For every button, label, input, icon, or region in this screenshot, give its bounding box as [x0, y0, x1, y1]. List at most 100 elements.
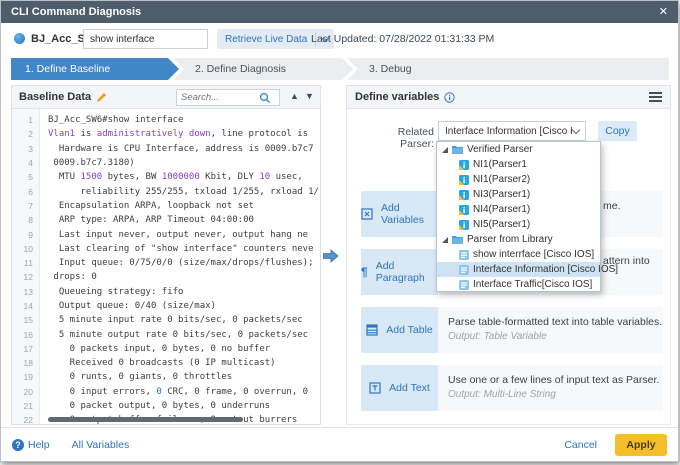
parser-item-selected[interactable]: Interface Information [Cisco IOS]: [437, 262, 618, 277]
cancel-button[interactable]: Cancel: [564, 439, 597, 451]
code-line[interactable]: 3 Hardware is CPU Interface, address is …: [12, 142, 320, 156]
code-line[interactable]: 2 Vlan1 is administratively down, line pr…: [12, 127, 320, 141]
code-line[interactable]: 21 0 packet output, 0 bytes, 0 underruns: [12, 399, 320, 413]
code-text: 0 runts, 0 giants, 0 throttles: [48, 372, 233, 383]
parser-item-label: NI5(Parser1): [473, 219, 531, 230]
parser-item-label: Interface Traffic[Cisco IOS]: [473, 279, 593, 290]
code-line[interactable]: 15 5 minute input rate 0 bits/sec, 0 pac…: [12, 313, 320, 327]
line-number: 11: [24, 258, 33, 269]
line-number: 6: [28, 186, 33, 197]
code-line[interactable]: 7 Encapsulation ARPA, loopback not set: [12, 199, 320, 213]
parser-item[interactable]: NI4(Parser1): [437, 202, 600, 217]
tree-expander-icon[interactable]: [442, 146, 448, 153]
search-prev-icon[interactable]: ▲: [290, 92, 299, 101]
line-number: 14: [23, 301, 33, 311]
add-variables-button[interactable]: Add Variables: [361, 191, 438, 237]
code-line[interactable]: 17 0 packets input, 0 bytes, 0 no buffer: [12, 342, 320, 356]
code-line[interactable]: 4 0009.b7c7.3180): [12, 156, 320, 170]
menu-icon[interactable]: [649, 90, 662, 104]
code-text: Hardware is CPU Interface, address is 00…: [48, 143, 314, 154]
parser-item[interactable]: Interface Traffic[Cisco IOS]: [437, 277, 600, 292]
folder-icon: [452, 235, 463, 244]
line-number: 9: [28, 229, 33, 240]
code-line[interactable]: 8 ARP type: ARPA, ARP Timeout 04:00:00: [12, 213, 320, 227]
cli-command-diagnosis-dialog: CLI Command Diagnosis ✕ BJ_Acc_SW6 Retri…: [0, 0, 679, 462]
search-input[interactable]: [177, 92, 259, 103]
code-line[interactable]: 13 Queueing strategy: fifo: [12, 285, 320, 299]
code-text: drops: 0: [48, 272, 97, 283]
all-variables-link[interactable]: All Variables: [72, 439, 130, 451]
code-line[interactable]: 9 Last input never, output never, output…: [12, 227, 320, 241]
parser-group[interactable]: Parser from Library: [437, 232, 600, 247]
code-line[interactable]: 1 BJ_Acc_SW6#show interface: [12, 113, 320, 127]
parser-item[interactable]: NI1(Parser2): [437, 172, 600, 187]
action-description: Parse table-formatted text into table va…: [448, 316, 663, 328]
wizard-steps: 1. Define Baseline 2. Define Diagnosis 3…: [11, 58, 669, 80]
search-next-icon[interactable]: ▼: [305, 92, 314, 101]
code-line[interactable]: 12 drops: 0: [12, 270, 320, 284]
code-line[interactable]: 19 0 runts, 0 giants, 0 throttles: [12, 370, 320, 384]
code-text: Encapsulation ARPA, loopback not set: [48, 200, 254, 211]
code-text: 0 input errors, 0 CRC, 0 frame, 0 overru…: [48, 386, 309, 397]
tree-expander-icon[interactable]: [442, 236, 448, 243]
code-text: Last input never, output never, output h…: [48, 229, 309, 240]
folder-icon: [452, 145, 463, 154]
footer-bar: ? Help All Variables Cancel Apply: [1, 427, 678, 461]
step-define-diagnosis[interactable]: 2. Define Diagnosis: [173, 58, 353, 80]
parser-item-label: NI4(Parser1): [473, 204, 531, 215]
help-icon[interactable]: ?: [12, 438, 24, 451]
code-text: 0 packets input, 0 bytes, 0 no buffer: [48, 343, 271, 354]
related-parser-label: Related Parser:: [397, 126, 434, 150]
line-number: 22: [23, 415, 33, 425]
line-number: 17: [23, 343, 33, 354]
code-line[interactable]: 10 Last clearing of "show interface" cou…: [12, 242, 320, 256]
code-line[interactable]: 18 Received 0 broadcasts (0 IP multicast…: [12, 356, 320, 370]
line-number: 4: [28, 158, 33, 169]
line-number: 19: [23, 372, 33, 383]
library-parser-icon: [459, 249, 469, 260]
code-line[interactable]: 20 0 input errors, 0 CRC, 0 frame, 0 ove…: [12, 385, 320, 399]
copy-button[interactable]: Copy: [598, 121, 637, 141]
baseline-search: [176, 89, 280, 106]
edit-pencil-icon[interactable]: [96, 92, 107, 103]
code-text: Queueing strategy: fifo: [48, 286, 184, 297]
parser-item-label: NI3(Parser1): [473, 189, 531, 200]
apply-button[interactable]: Apply: [615, 433, 667, 456]
parser-item-label: Interface Information [Cisco IOS]: [473, 264, 619, 275]
add-table-button[interactable]: Add Table: [361, 307, 438, 353]
code-text: Last clearing of "show interface" counte…: [48, 243, 314, 254]
parser-item[interactable]: NI3(Parser1): [437, 187, 600, 202]
parser-icon: [459, 174, 469, 185]
code-line[interactable]: 5 MTU 1500 bytes, BW 1000000 Kbit, DLY 1…: [12, 170, 320, 184]
baseline-code-viewer[interactable]: 1 BJ_Acc_SW6#show interface 2 Vlan1 is admi…: [11, 109, 321, 425]
code-line[interactable]: 11 Input queue: 0/75/0/0 (size/max/drops…: [12, 256, 320, 270]
title-bar: CLI Command Diagnosis ✕: [1, 1, 678, 23]
command-input[interactable]: [83, 29, 208, 49]
step-define-baseline[interactable]: 1. Define Baseline: [11, 58, 179, 80]
code-line[interactable]: 16 5 minute output rate 0 bits/sec, 0 pa…: [12, 327, 320, 341]
add-text-button[interactable]: Add Text: [361, 365, 438, 411]
line-number: 21: [23, 401, 33, 412]
info-icon[interactable]: [444, 91, 456, 103]
table-icon: [366, 324, 378, 336]
parser-group-label: Parser from Library: [467, 234, 553, 245]
parser-group[interactable]: Verified Parser: [437, 142, 600, 157]
parser-item[interactable]: show interrface [Cisco IOS]: [437, 247, 600, 262]
add-paragraph-button[interactable]: ¶ Add Paragraph: [361, 249, 438, 295]
parser-item[interactable]: NI1(Parser1: [437, 157, 600, 172]
code-line[interactable]: 6 reliability 255/255, txload 1/255, rxl…: [12, 184, 320, 198]
code-line[interactable]: 14 Output queue: 0/40 (size/max): [12, 299, 320, 313]
help-link[interactable]: Help: [28, 439, 50, 451]
close-icon[interactable]: ✕: [659, 6, 668, 18]
parser-item[interactable]: NI5(Parser1): [437, 217, 600, 232]
code-text: MTU 1500 bytes, BW 1000000 Kbit, DLY 10 …: [48, 172, 303, 183]
search-icon[interactable]: [259, 92, 271, 104]
define-variables-header: Define variables: [346, 85, 671, 109]
scrollbar-thumb[interactable]: [48, 417, 243, 422]
related-parser-select[interactable]: Interface Information [Cisco IOS]: [438, 121, 586, 141]
last-updated-text: Last Updated: 07/28/2022 01:31:33 PM: [311, 33, 495, 45]
horizontal-scrollbar[interactable]: [41, 417, 319, 422]
code-text: 5 minute input rate 0 bits/sec, 0 packet…: [48, 315, 303, 326]
parser-dropdown-list: Verified Parser NI1(Parser1 NI1(Parser2) NI…: [436, 141, 618, 292]
step-debug[interactable]: 3. Debug: [347, 58, 669, 80]
